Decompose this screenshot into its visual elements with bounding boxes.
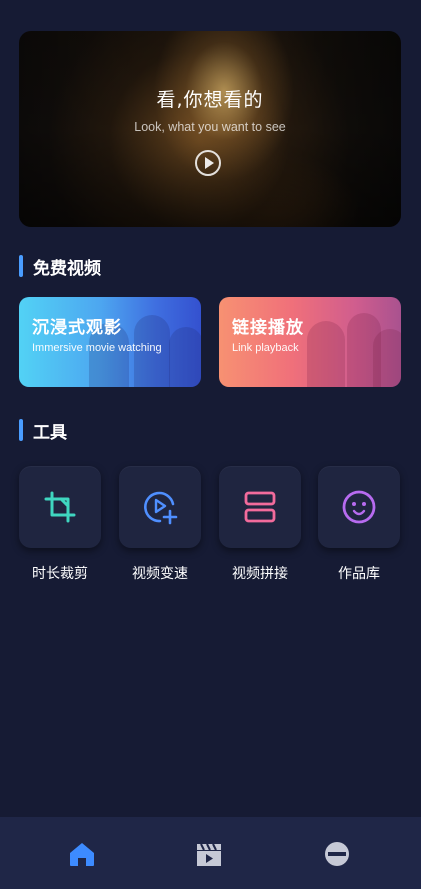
card-decoration xyxy=(169,327,201,387)
banner-subtitle: Look, what you want to see xyxy=(134,120,286,134)
section-accent-bar xyxy=(19,255,23,277)
card-subtitle: Link playback xyxy=(232,342,299,354)
smiley-icon xyxy=(342,490,376,524)
tool-label: 作品库 xyxy=(338,566,380,582)
video-clapper-icon xyxy=(197,843,221,866)
card-title: 链接播放 xyxy=(232,318,304,338)
tool-video-speed[interactable]: 视频变速 xyxy=(119,466,201,582)
section-tools-header: 工具 xyxy=(19,418,67,443)
tool-label: 视频变速 xyxy=(132,566,188,582)
link-playback-card[interactable]: 链接播放 Link playback xyxy=(219,297,401,387)
section-title-free-video: 免费视频 xyxy=(33,258,101,279)
nav-videos[interactable] xyxy=(191,839,227,869)
video-merge-icon xyxy=(244,491,276,523)
tool-video-speed-button[interactable] xyxy=(119,466,201,548)
app-screen: 看,你想看的 Look, what you want to see 免费视频 沉… xyxy=(0,0,421,889)
tool-label: 时长裁剪 xyxy=(32,566,88,582)
tool-video-merge-button[interactable] xyxy=(219,466,301,548)
tool-duration-crop[interactable]: 时长裁剪 xyxy=(19,466,101,582)
tool-duration-crop-button[interactable] xyxy=(19,466,101,548)
card-title: 沉浸式观影 xyxy=(32,318,122,338)
tool-works-library[interactable]: 作品库 xyxy=(318,466,400,582)
section-title-tools: 工具 xyxy=(33,422,67,443)
section-accent-bar xyxy=(19,419,23,441)
banner-title: 看,你想看的 xyxy=(156,89,264,111)
card-decoration xyxy=(373,329,401,387)
home-icon xyxy=(70,843,94,866)
bottom-navigation-bar xyxy=(0,817,421,889)
profile-icon xyxy=(325,842,349,866)
play-circle-icon[interactable] xyxy=(195,150,221,176)
hero-banner[interactable]: 看,你想看的 Look, what you want to see xyxy=(19,31,401,227)
immersive-watching-card[interactable]: 沉浸式观影 Immersive movie watching xyxy=(19,297,201,387)
nav-home[interactable] xyxy=(64,839,100,869)
tool-works-library-button[interactable] xyxy=(318,466,400,548)
card-subtitle: Immersive movie watching xyxy=(32,342,162,354)
crop-icon xyxy=(44,491,76,523)
section-free-video-header: 免费视频 xyxy=(19,254,101,279)
card-decoration xyxy=(307,321,345,387)
tool-label: 视频拼接 xyxy=(232,566,288,582)
video-speed-icon xyxy=(144,491,178,525)
nav-profile[interactable] xyxy=(319,839,355,869)
tool-video-merge[interactable]: 视频拼接 xyxy=(219,466,301,582)
